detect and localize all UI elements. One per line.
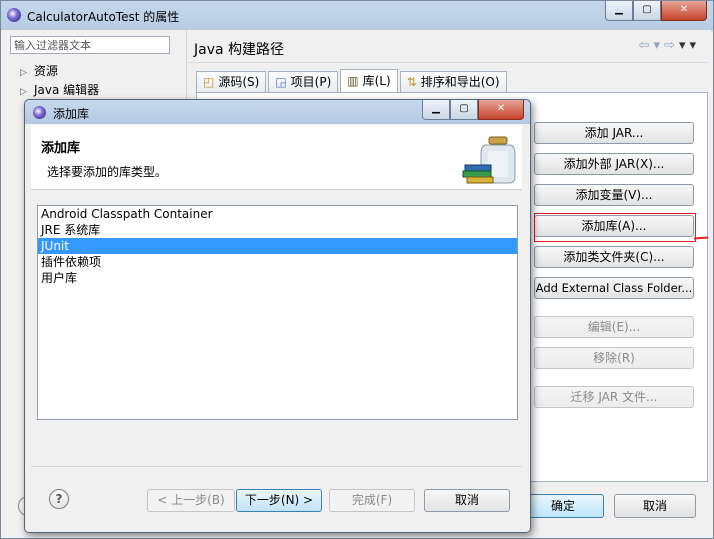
- back-button[interactable]: < 上一步(B): [147, 489, 235, 512]
- tab-order-export[interactable]: ⇅ 排序和导出(O): [399, 71, 507, 92]
- dialog-header: 添加库 选择要添加的库类型。: [31, 125, 522, 190]
- separator: [188, 62, 708, 63]
- order-export-icon: ⇅: [406, 75, 417, 89]
- dialog-minimize-button[interactable]: ▁: [422, 100, 450, 120]
- tab-source[interactable]: ◰ 源码(S): [196, 71, 267, 92]
- dialog-heading: 添加库: [41, 141, 81, 156]
- migrate-jar-button[interactable]: 迁移 JAR 文件...: [534, 386, 694, 408]
- forward-arrow-icon[interactable]: ⇨: [664, 38, 679, 53]
- tab-label: 源码(S): [218, 75, 260, 89]
- edit-button[interactable]: 编辑(E)...: [534, 316, 694, 338]
- forward-menu-icon[interactable]: ▾: [679, 38, 690, 53]
- tab-label: 项目(P): [290, 75, 332, 89]
- expand-triangle-icon[interactable]: ▷: [20, 87, 34, 97]
- tab-label: 排序和导出(O): [420, 75, 500, 89]
- project-icon: ◲: [275, 75, 287, 89]
- eclipse-icon: [33, 106, 46, 119]
- build-path-tabs: ◰ 源码(S) ◲ 项目(P) ▥ 库(L) ⇅ 排序和导出(O): [196, 69, 509, 93]
- library-jar-icon: [462, 136, 516, 184]
- dialog-maximize-button[interactable]: ▢: [450, 100, 478, 120]
- tab-projects[interactable]: ◲ 项目(P): [268, 71, 339, 92]
- tree-item-java-editor[interactable]: ▷ Java 编辑器: [20, 81, 99, 98]
- add-external-jar-button[interactable]: 添加外部 JAR(X)...: [534, 153, 694, 175]
- window-title: CalculatorAutoTest 的属性: [27, 10, 180, 24]
- dialog-separator: [31, 466, 522, 467]
- minimize-button[interactable]: ▁: [605, 1, 633, 21]
- list-item-user-library[interactable]: 用户库: [38, 270, 517, 286]
- back-arrow-icon[interactable]: ⇦: [639, 38, 654, 53]
- window-controls: ▁ ▢ ✕: [605, 1, 707, 21]
- expand-triangle-icon[interactable]: ▷: [20, 68, 34, 78]
- remove-button[interactable]: 移除(R): [534, 347, 694, 369]
- ok-button[interactable]: 确定: [522, 494, 604, 518]
- list-item-jre-system-library[interactable]: JRE 系统库: [38, 222, 517, 238]
- maximize-button[interactable]: ▢: [633, 1, 661, 21]
- list-item-android-classpath[interactable]: Android Classpath Container: [38, 206, 517, 222]
- add-external-class-folder-button[interactable]: Add External Class Folder...: [534, 277, 694, 299]
- filter-input[interactable]: 输入过滤器文本: [10, 36, 170, 54]
- add-library-dialog: 添加库 ▁ ▢ ✕ 添加库 选择要添加的库类型。 Android Classpa…: [24, 99, 531, 533]
- tab-label: 库(L): [362, 74, 391, 88]
- eclipse-icon: [7, 8, 21, 22]
- tree-item-label: 资源: [34, 64, 59, 78]
- add-class-folder-button[interactable]: 添加类文件夹(C)...: [534, 246, 694, 268]
- dialog-cancel-button[interactable]: 取消: [424, 489, 510, 512]
- tree-item-label: Java 编辑器: [34, 83, 100, 97]
- finish-button[interactable]: 完成(F): [329, 489, 415, 512]
- back-menu-icon[interactable]: ▾: [654, 38, 665, 53]
- list-item-plugin-dependencies[interactable]: 插件依赖项: [38, 254, 517, 270]
- view-menu-icon[interactable]: ▾: [689, 38, 700, 53]
- nav-controls: ⇦▾⇨▾▾: [639, 38, 700, 53]
- library-icon: ▥: [347, 74, 359, 88]
- source-folder-icon: ◰: [203, 75, 215, 89]
- library-type-list[interactable]: Android Classpath Container JRE 系统库 JUni…: [37, 205, 518, 420]
- dialog-title: 添加库: [53, 107, 90, 121]
- outer-cancel-button[interactable]: 取消: [614, 494, 696, 518]
- dialog-close-button[interactable]: ✕: [478, 100, 524, 120]
- tab-libraries[interactable]: ▥ 库(L): [340, 69, 398, 92]
- dialog-window-controls: ▁ ▢ ✕: [422, 100, 524, 120]
- add-variable-button[interactable]: 添加变量(V)...: [534, 184, 694, 206]
- highlight-annotation: [534, 213, 696, 242]
- help-icon[interactable]: ?: [49, 489, 69, 509]
- list-item-junit[interactable]: JUnit: [38, 238, 517, 254]
- tree-item-resource[interactable]: ▷ 资源: [20, 62, 58, 79]
- page-title: Java 构建路径: [194, 42, 285, 58]
- title-bar[interactable]: CalculatorAutoTest 的属性 ▁ ▢ ✕: [1, 1, 713, 31]
- dialog-subheading: 选择要添加的库类型。: [47, 165, 168, 179]
- close-button[interactable]: ✕: [661, 1, 707, 21]
- next-button[interactable]: 下一步(N) >: [236, 489, 322, 512]
- add-jar-button[interactable]: 添加 JAR...: [534, 122, 694, 144]
